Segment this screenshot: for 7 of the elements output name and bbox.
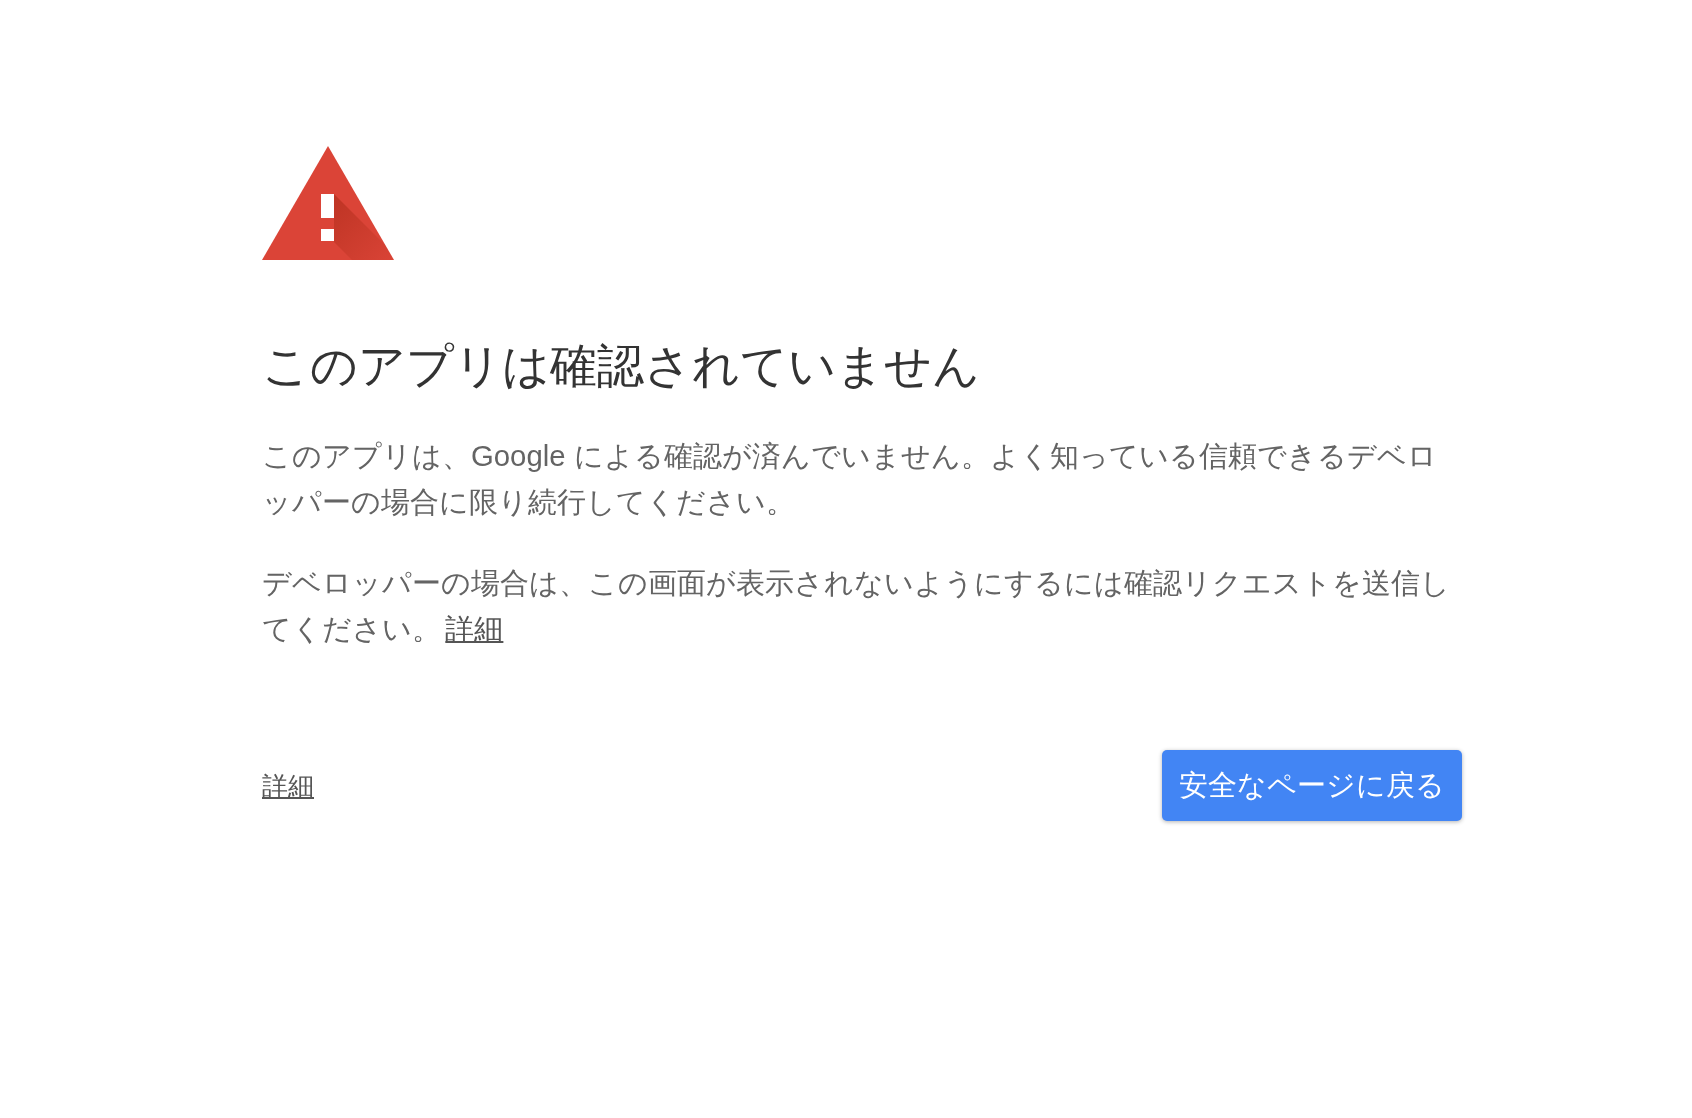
- details-link[interactable]: 詳細: [445, 612, 504, 645]
- body-text: このアプリは、Google による確認が済んでいません。よく知っている信頼できるデベロッパーの場合に限り続行してください。: [262, 438, 1438, 520]
- warning-triangle-icon: [262, 146, 394, 260]
- back-to-safety-button[interactable]: 安全なページに戻る: [1162, 750, 1462, 821]
- body-text: デベロッパーの場合は、この画面が表示されないようにするには確認リクエストを送信してください。詳細: [262, 565, 1451, 647]
- page-heading: このアプリは確認されていません: [262, 338, 981, 394]
- details-link[interactable]: 詳細: [262, 768, 314, 803]
